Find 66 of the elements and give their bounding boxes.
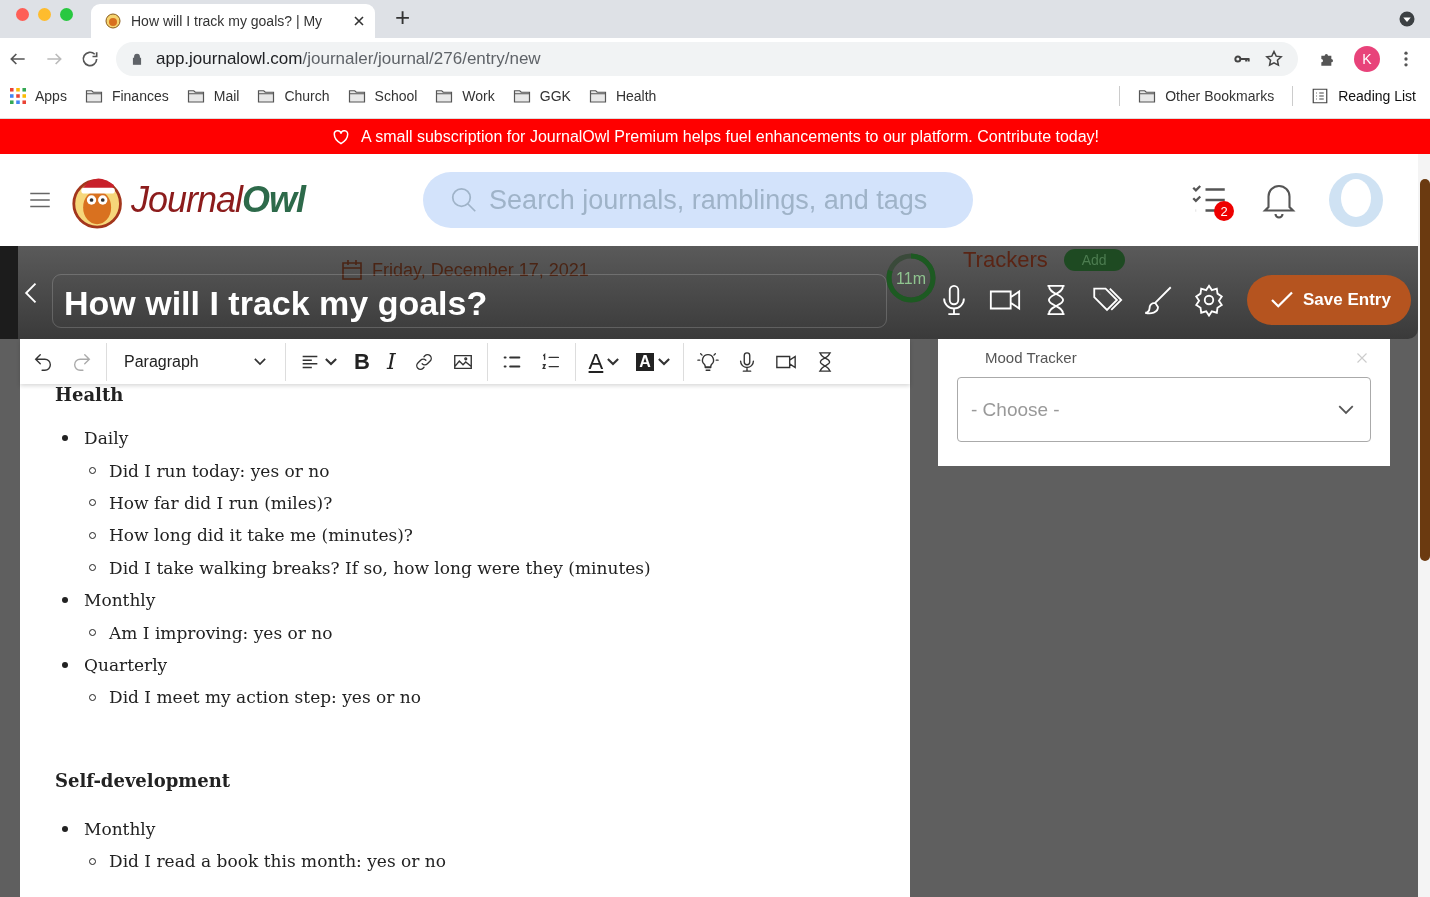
bullet-dot: [62, 825, 68, 832]
folder-icon: [186, 87, 205, 105]
list-item: Monthly: [84, 818, 156, 839]
bookmark[interactable]: Mail: [186, 87, 240, 105]
folder-icon: [1138, 87, 1157, 105]
notification-badge: 2: [1214, 201, 1234, 221]
bookmark[interactable]: Finances: [84, 87, 169, 105]
bold-button[interactable]: B: [354, 348, 370, 375]
list-item: Did I run today: yes or no: [109, 460, 330, 481]
chevron-down-icon: [657, 358, 670, 365]
chevron-down-icon: [1338, 405, 1354, 414]
list-item: How far did I run (miles)?: [109, 492, 333, 513]
format-dropdown[interactable]: Paragraph: [120, 352, 272, 371]
bulb-icon[interactable]: [696, 350, 719, 373]
list-item: Quarterly: [84, 654, 168, 675]
bullet-dot: [62, 435, 68, 442]
folder-icon: [435, 87, 454, 105]
bullet-dot: [62, 661, 68, 668]
logo[interactable]: JournalOwl: [71, 168, 306, 232]
tracker-name: Mood Tracker: [985, 349, 1077, 366]
trackers-title: Trackers: [963, 246, 1048, 273]
list-item: Daily: [84, 428, 129, 449]
list-item: Did I meet my action step: yes or no: [109, 687, 421, 708]
list-icon: [1311, 87, 1330, 105]
list-item: How long did it take me (minutes)?: [109, 525, 413, 546]
list-item: Monthly: [84, 590, 156, 611]
list-item: Did I take walking breaks? If so, how long were they (minutes): [109, 557, 651, 578]
bookmark[interactable]: Apps: [10, 88, 67, 104]
text-color-button[interactable]: A: [588, 348, 620, 375]
folder-icon: [257, 87, 276, 105]
bullet-dot: [62, 597, 68, 604]
chevron-down-icon: [325, 358, 337, 365]
bookmark[interactable]: Health: [588, 87, 657, 105]
list-item: Did I read a book this month: yes or no: [109, 851, 446, 872]
star-icon[interactable]: [1264, 49, 1284, 69]
browser-tab[interactable]: How will I track my goals? | My: [91, 4, 375, 38]
reload-icon[interactable]: [80, 49, 100, 69]
banner-text: A small subscription for JournalOwl Premium helps fuel enhancements to our platform. Contribute today!: [360, 127, 1100, 146]
tab-search-icon[interactable]: [1398, 10, 1416, 28]
lock-icon: [130, 52, 144, 66]
bookmark[interactable]: Reading List: [1311, 87, 1416, 105]
promo-banner[interactable]: A small subscription for JournalOwl Premium helps fuel enhancements to our platform. Contribute today!: [0, 119, 1430, 154]
list-item: Am I improving: yes or no: [109, 622, 333, 643]
folder-icon: [347, 87, 366, 105]
section-heading: Self-development: [55, 769, 232, 791]
chevron-down-icon: [607, 358, 620, 365]
folder-icon: [588, 87, 607, 105]
new-tab-button[interactable]: +: [395, 2, 411, 33]
bookmark[interactable]: School: [347, 87, 418, 105]
settings-icon[interactable]: [1192, 282, 1226, 317]
bookmark[interactable]: Work: [435, 87, 495, 105]
apps-grid-icon: [10, 88, 26, 104]
scrollbar-thumb[interactable]: [1420, 179, 1430, 561]
bookmark[interactable]: Other Bookmarks: [1138, 87, 1275, 105]
bookmark[interactable]: Church: [257, 87, 330, 105]
folder-icon: [84, 87, 103, 105]
italic-button[interactable]: I: [386, 349, 396, 374]
folder-icon: [512, 87, 531, 105]
chevron-down-icon: [254, 358, 266, 365]
address-bar[interactable]: app.journalowl.com/journaler/journal/276/entry/new: [116, 42, 1298, 76]
bookmark[interactable]: GGK: [512, 87, 571, 105]
save-entry-button[interactable]: Save Entry: [1247, 274, 1411, 325]
calendar-icon: [340, 258, 364, 282]
profile-avatar[interactable]: K: [1354, 46, 1380, 72]
section-heading: Health: [55, 384, 125, 405]
timer-ring: 11m: [885, 251, 937, 304]
